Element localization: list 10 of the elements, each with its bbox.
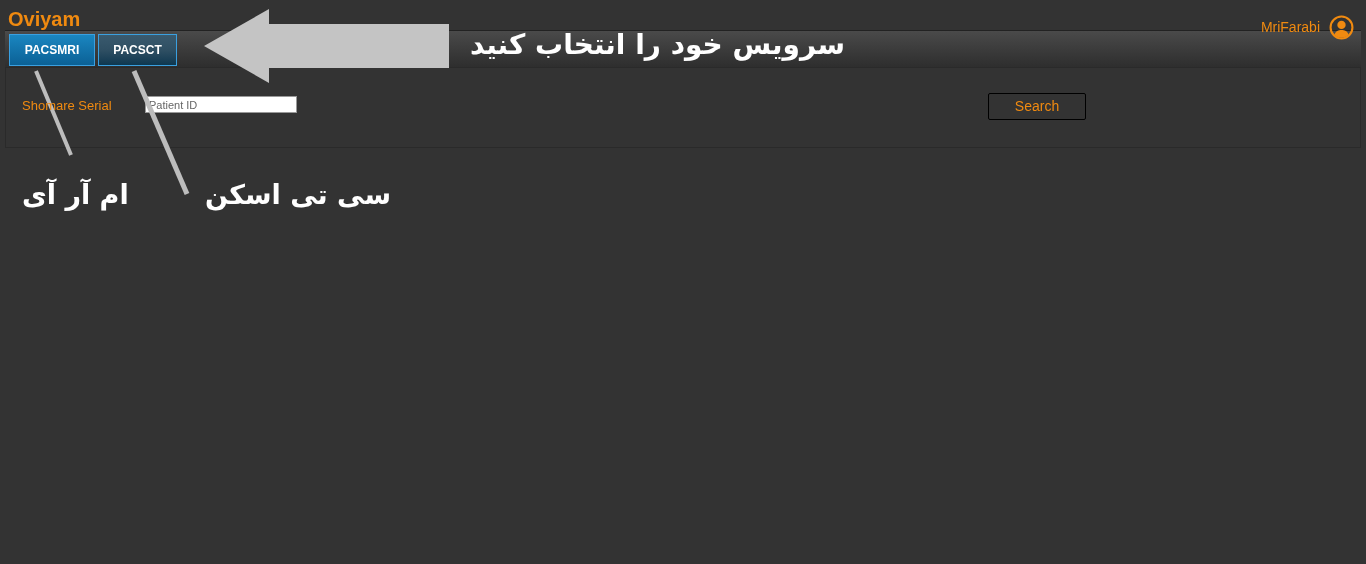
ct-caption: سی تی اسکن [205,178,391,213]
user-icon[interactable] [1329,15,1354,40]
search-button[interactable]: Search [988,92,1086,120]
arrow-icon [204,9,449,83]
user-name[interactable]: MriFarabi [1260,17,1320,38]
service-tab[interactable]: PACSMRI [9,34,95,66]
mri-caption: ام آر آی [22,177,129,213]
service-tab[interactable]: PACSCT [98,34,177,66]
instruction-caption: سرویس خود را انتخاب کنید [470,27,845,63]
logo: Oviyam [8,8,81,30]
